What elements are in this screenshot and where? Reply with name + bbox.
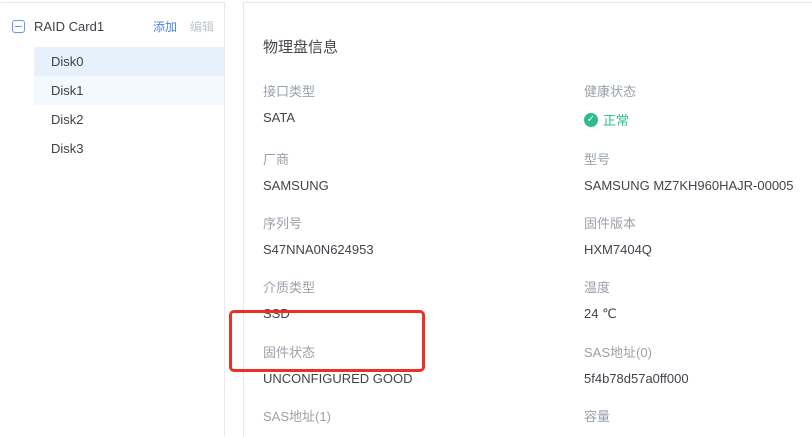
field-value: ✓ 正常: [584, 110, 812, 129]
raid-card-node[interactable]: RAID Card1 添加 编辑: [1, 3, 224, 44]
raid-card-actions: 添加 编辑: [153, 18, 214, 35]
field-capacity: 容量 0.872 TB: [584, 406, 812, 437]
field-value: 24 ℃: [584, 306, 812, 322]
field-label: 容量: [584, 406, 812, 425]
field-media-type: 介质类型 SSD: [263, 277, 584, 322]
field-value: S47NNA0N624953: [263, 242, 584, 257]
field-sas-address-1: SAS地址(1) 0000000000000000: [263, 406, 584, 437]
field-temperature: 温度 24 ℃: [584, 277, 812, 322]
field-vendor: 厂商 SAMSUNG: [263, 149, 584, 193]
raid-card-label: RAID Card1: [34, 19, 104, 34]
field-value: SATA: [263, 110, 584, 125]
field-value: SAMSUNG: [263, 178, 584, 193]
field-label: SAS地址(0): [584, 342, 812, 361]
physical-disk-info-panel: 物理盘信息 接口类型 SATA 健康状态 ✓ 正常 厂商 SAMSUNG 型号 …: [243, 2, 812, 437]
field-interface-type: 接口类型 SATA: [263, 81, 584, 129]
field-label: 介质类型: [263, 277, 584, 296]
sidebar-item-disk3[interactable]: Disk3: [34, 134, 224, 163]
collapse-minus-icon[interactable]: [12, 20, 25, 33]
field-label: 接口类型: [263, 81, 584, 100]
field-value: SAMSUNG MZ7KH960HAJR-00005: [584, 178, 812, 193]
field-label: 固件版本: [584, 213, 812, 232]
field-label: SAS地址(1): [263, 406, 584, 425]
field-model: 型号 SAMSUNG MZ7KH960HAJR-00005: [584, 149, 812, 193]
field-label: 厂商: [263, 149, 584, 168]
raid-tree-sidebar: RAID Card1 添加 编辑 Disk0 Disk1 Disk2 Disk3: [1, 2, 225, 436]
edit-link[interactable]: 编辑: [190, 18, 214, 35]
field-label: 型号: [584, 149, 812, 168]
field-serial-number: 序列号 S47NNA0N624953: [263, 213, 584, 257]
field-label: 健康状态: [584, 81, 812, 100]
sidebar-item-disk2[interactable]: Disk2: [34, 105, 224, 134]
disk-info-grid: 接口类型 SATA 健康状态 ✓ 正常 厂商 SAMSUNG 型号 SAMSUN…: [263, 81, 812, 437]
field-sas-address-0: SAS地址(0) 5f4b78d57a0ff000: [584, 342, 812, 386]
disk-list: Disk0 Disk1 Disk2 Disk3: [34, 47, 224, 163]
field-firmware-state: 固件状态 UNCONFIGURED GOOD: [263, 342, 584, 386]
field-value: 5f4b78d57a0ff000: [584, 371, 812, 386]
sidebar-item-disk0[interactable]: Disk0: [34, 47, 224, 76]
field-health-status: 健康状态 ✓ 正常: [584, 81, 812, 129]
page-title: 物理盘信息: [263, 36, 812, 57]
add-link[interactable]: 添加: [153, 18, 177, 35]
field-firmware-version: 固件版本 HXM7404Q: [584, 213, 812, 257]
health-status-text: 正常: [603, 110, 629, 129]
field-label: 序列号: [263, 213, 584, 232]
field-label: 固件状态: [263, 342, 584, 361]
sidebar-item-disk1[interactable]: Disk1: [34, 76, 224, 105]
field-value: HXM7404Q: [584, 242, 812, 257]
check-circle-icon: ✓: [584, 113, 598, 127]
field-value: UNCONFIGURED GOOD: [263, 371, 584, 386]
field-value: SSD: [263, 306, 584, 321]
field-label: 温度: [584, 277, 812, 296]
